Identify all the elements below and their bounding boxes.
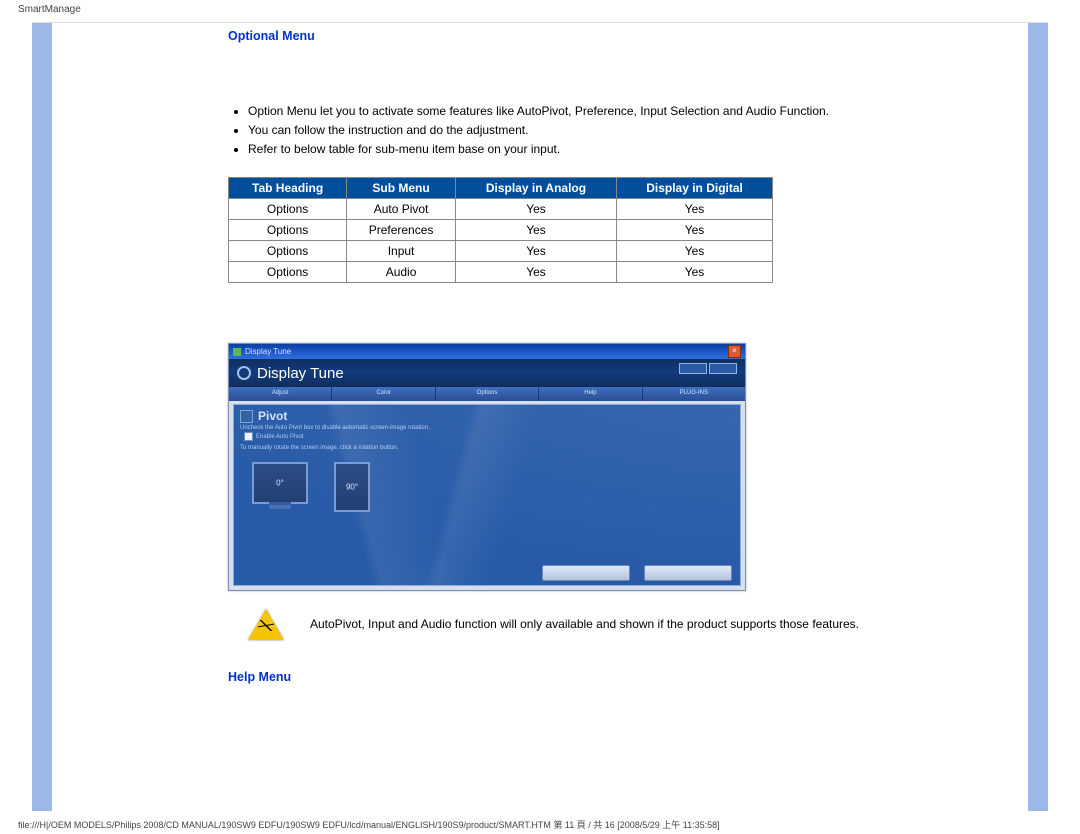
rotate-90-label: 90°	[346, 483, 358, 492]
banner-title: Display Tune	[257, 365, 344, 382]
right-margin-strip	[1028, 23, 1048, 811]
page-header-title: SmartManage	[0, 0, 1080, 15]
submenu-table: Tab Heading Sub Menu Display in Analog D…	[228, 177, 773, 283]
content-column: Optional Menu Option Menu let you to act…	[228, 29, 928, 684]
cell: Options	[229, 262, 347, 283]
checkbox-icon[interactable]	[244, 432, 253, 441]
cell: Options	[229, 220, 347, 241]
note-text: AutoPivot, Input and Audio function will…	[310, 616, 859, 633]
list-item: Refer to below table for sub-menu item b…	[248, 141, 928, 158]
displaytune-window: Display Tune × Display Tune Adjust Color…	[228, 343, 746, 591]
table-row: Options Preferences Yes Yes	[229, 220, 773, 241]
cell: Yes	[617, 262, 773, 283]
window-title: Display Tune	[245, 347, 291, 356]
bullet-list: Option Menu let you to activate some fea…	[248, 103, 928, 157]
cell: Yes	[455, 199, 616, 220]
close-icon[interactable]: ×	[728, 345, 741, 358]
pivot-icon	[240, 410, 253, 423]
rotate-0-button[interactable]: 0°	[252, 462, 308, 504]
cell: Auto Pivot	[347, 199, 456, 220]
gear-icon	[237, 366, 251, 380]
left-margin-strip	[32, 23, 52, 811]
table-row: Options Input Yes Yes	[229, 241, 773, 262]
cell: Preferences	[347, 220, 456, 241]
badge-icon	[709, 363, 737, 374]
page-frame: Optional Menu Option Menu let you to act…	[32, 22, 1048, 811]
pivot-pane: Pivot Uncheck the Auto Pivot box to disa…	[233, 404, 741, 586]
cell: Yes	[455, 220, 616, 241]
tab-options[interactable]: Options	[436, 387, 539, 401]
cell: Options	[229, 241, 347, 262]
rotate-0-label: 0°	[276, 479, 284, 488]
tab-help[interactable]: Help	[539, 387, 642, 401]
list-item: You can follow the instruction and do th…	[248, 122, 928, 139]
cell: Yes	[617, 241, 773, 262]
app-icon	[233, 348, 241, 356]
badge-icon	[679, 363, 707, 374]
cell: Yes	[455, 241, 616, 262]
cell: Yes	[617, 220, 773, 241]
footer-filepath: file:///H|/OEM MODELS/Philips 2008/CD MA…	[18, 818, 720, 831]
rotation-options: 0° 90°	[234, 452, 740, 512]
col-header: Sub Menu	[347, 178, 456, 199]
pane-footer	[542, 565, 732, 581]
col-header: Display in Digital	[617, 178, 773, 199]
pane-title-row: Pivot	[234, 405, 740, 423]
pane-title: Pivot	[258, 409, 287, 423]
checkbox-label: Enable Auto Pivot	[256, 434, 303, 440]
cell: Yes	[617, 199, 773, 220]
col-header: Display in Analog	[455, 178, 616, 199]
cell: Yes	[455, 262, 616, 283]
tab-adjust[interactable]: Adjust	[229, 387, 332, 401]
window-titlebar[interactable]: Display Tune ×	[229, 344, 745, 359]
cell: Input	[347, 241, 456, 262]
warning-icon	[248, 609, 284, 640]
table-header-row: Tab Heading Sub Menu Display in Analog D…	[229, 178, 773, 199]
pane-button[interactable]	[542, 565, 630, 581]
cell: Options	[229, 199, 347, 220]
col-header: Tab Heading	[229, 178, 347, 199]
tab-color[interactable]: Color	[332, 387, 435, 401]
pane-instruction: To manually rotate the screen image, cli…	[234, 443, 740, 452]
tab-plugins[interactable]: PLUG-INS	[643, 387, 745, 401]
brand-badges	[679, 363, 737, 374]
enable-autopivot-row[interactable]: Enable Auto Pivot	[234, 432, 740, 443]
cell: Audio	[347, 262, 456, 283]
table-row: Options Audio Yes Yes	[229, 262, 773, 283]
table-row: Options Auto Pivot Yes Yes	[229, 199, 773, 220]
list-item: Option Menu let you to activate some fea…	[248, 103, 928, 120]
rotate-90-button[interactable]: 90°	[334, 462, 370, 512]
app-banner: Display Tune	[229, 359, 745, 387]
optional-menu-heading: Optional Menu	[228, 29, 928, 43]
note-row: AutoPivot, Input and Audio function will…	[228, 609, 928, 640]
pane-button[interactable]	[644, 565, 732, 581]
app-tabbar: Adjust Color Options Help PLUG-INS	[229, 387, 745, 401]
monitor-stand-icon	[269, 502, 291, 509]
help-menu-heading: Help Menu	[228, 670, 928, 684]
pane-description: Uncheck the Auto Pivot box to disable au…	[234, 423, 740, 432]
